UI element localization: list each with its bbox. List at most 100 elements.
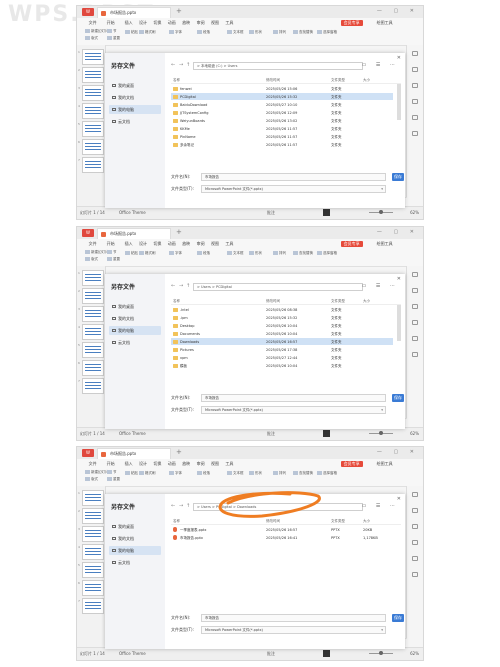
toolbar-button[interactable]: 段落 — [197, 30, 210, 35]
close-icon[interactable]: ✕ — [397, 276, 401, 282]
menu-item[interactable]: 开始 — [107, 461, 115, 467]
zoom-slider-knob[interactable] — [379, 431, 383, 435]
file-row[interactable]: 一季度报表.pptx 2025/05/26 16:57 PPTX 20KB — [171, 526, 393, 533]
column-header-name[interactable]: 名称 — [173, 519, 180, 524]
back-icon[interactable]: ← — [171, 503, 175, 509]
wps-home-button[interactable]: W — [82, 8, 94, 16]
slide-thumbnail[interactable] — [82, 508, 104, 524]
menu-item[interactable]: 切换 — [153, 461, 161, 467]
file-row[interactable]: Pictures 2025/05/26 17:38 文件夹 — [171, 346, 393, 353]
menu-item[interactable]: 动画 — [168, 20, 176, 26]
toolbar-button[interactable]: 排列 — [273, 251, 286, 256]
menu-item[interactable]: 会员专享 — [340, 241, 363, 247]
new-tab-button[interactable]: + — [176, 7, 182, 15]
file-row[interactable]: vpm 2025/05/27 12:44 文件夹 — [171, 354, 393, 361]
toolbar-button[interactable]: 版式 — [85, 257, 98, 262]
slide-thumbnail[interactable] — [82, 49, 104, 65]
column-header-name[interactable]: 名称 — [173, 78, 180, 83]
menu-item[interactable]: 设计 — [139, 461, 147, 467]
side-tool-icon[interactable] — [412, 131, 418, 136]
menu-item[interactable]: 设计 — [139, 20, 147, 26]
close-icon[interactable]: ✕ — [397, 55, 401, 61]
toolbar-button[interactable]: 重置 — [107, 257, 120, 262]
slide-thumbnail[interactable] — [82, 121, 104, 137]
sidebar-nav-item[interactable]: 我的电脑 — [109, 326, 161, 335]
forward-icon[interactable]: → — [179, 503, 183, 509]
sidebar-nav-item[interactable]: 我的桌面 — [109, 302, 161, 311]
view-options-icons[interactable]: ▭ ☰ ⋯ — [362, 283, 399, 289]
toolbar-button[interactable]: 选择窗格 — [317, 471, 337, 476]
forward-icon[interactable]: → — [179, 62, 183, 68]
slide-thumbnail[interactable] — [82, 342, 104, 358]
toolbar-button[interactable]: 形状 — [249, 471, 262, 476]
file-row[interactable]: JJTSystemConfig 2025/05/26 12:09 文件夹 — [171, 109, 393, 116]
slide-thumbnail[interactable] — [82, 139, 104, 155]
annotate-button[interactable]: 批注 — [267, 651, 275, 657]
file-row[interactable]: PCDigital 2025/05/26 15:32 文件夹 — [171, 93, 393, 100]
toolbar-button[interactable]: 节 — [107, 29, 117, 34]
toolbar-button[interactable]: 粘贴 — [125, 251, 138, 256]
toolbar-button[interactable]: 节 — [107, 250, 117, 255]
column-header-date[interactable]: 修改时间 — [266, 299, 280, 304]
zoom-slider[interactable] — [369, 431, 393, 435]
file-name-input[interactable]: 市场报告 — [201, 173, 386, 181]
menu-item[interactable]: 绘图工具 — [377, 461, 393, 467]
file-type-select[interactable]: Microsoft PowerPoint 文件(*.pptx) ▾ — [201, 185, 386, 193]
column-header-date[interactable]: 修改时间 — [266, 519, 280, 524]
file-row[interactable]: Documents 2025/05/26 10:04 文件夹 — [171, 330, 393, 337]
side-tool-icon[interactable] — [412, 304, 418, 309]
sidebar-nav-item[interactable]: 我的文档 — [109, 534, 161, 543]
file-row[interactable]: .Intel 2025/05/26 08:38 文件夹 — [171, 306, 393, 313]
menu-item[interactable]: 插入 — [125, 241, 133, 247]
column-header-size[interactable]: 大小 — [363, 519, 370, 524]
up-icon[interactable]: ↑ — [186, 283, 190, 289]
slide-thumbnail[interactable] — [82, 562, 104, 578]
annotate-button[interactable]: 批注 — [267, 431, 275, 437]
menu-item[interactable]: 设计 — [139, 241, 147, 247]
sidebar-nav-item[interactable]: 我的电脑 — [109, 105, 161, 114]
up-icon[interactable]: ↑ — [186, 62, 190, 68]
column-header-size[interactable]: 大小 — [363, 78, 370, 83]
toolbar-button[interactable]: 格式刷 — [139, 251, 156, 256]
sidebar-nav-item[interactable]: 云文档 — [109, 117, 161, 126]
toolbar-button[interactable]: 选择窗格 — [317, 30, 337, 35]
toolbar-button[interactable]: 新建幻灯片 — [85, 250, 109, 255]
side-tool-icon[interactable] — [412, 540, 418, 545]
file-row[interactable]: BaiduDownload 2025/05/27 10:10 文件夹 — [171, 101, 393, 108]
menu-item[interactable]: 会员专享 — [340, 461, 363, 467]
sidebar-nav-item[interactable]: 我的电脑 — [109, 546, 161, 555]
document-tab[interactable]: 市场报告.pptx — [97, 228, 171, 239]
toolbar-button[interactable]: 形状 — [249, 251, 262, 256]
zoom-slider[interactable] — [369, 210, 393, 214]
menu-item[interactable]: 放映 — [182, 20, 190, 26]
toolbar-button[interactable]: 版式 — [85, 36, 98, 41]
toolbar-button[interactable]: 文本框 — [227, 30, 244, 35]
sidebar-nav-item[interactable]: 云文档 — [109, 558, 161, 567]
menu-item[interactable]: 文件 — [89, 461, 97, 467]
menu-item[interactable]: 放映 — [182, 241, 190, 247]
toolbar-button[interactable]: 文本框 — [227, 471, 244, 476]
wps-home-button[interactable]: W — [82, 229, 94, 237]
toolbar-button[interactable]: 字体 — [169, 471, 182, 476]
play-slideshow-button[interactable] — [323, 209, 330, 216]
zoom-slider[interactable] — [369, 651, 393, 655]
toolbar-button[interactable]: 重置 — [107, 36, 120, 41]
file-row[interactable]: Desktop 2025/05/26 10:04 文件夹 — [171, 322, 393, 329]
view-options-icons[interactable]: ▭ ☰ ⋯ — [362, 62, 399, 68]
menu-item[interactable]: 工具 — [225, 20, 233, 26]
file-row[interactable]: KKMe 2025/05/26 11:57 文件夹 — [171, 125, 393, 132]
path-input[interactable]: > 本地磁盘 (C:) > Users — [193, 62, 363, 70]
play-slideshow-button[interactable] — [323, 430, 330, 437]
side-tool-icon[interactable] — [412, 556, 418, 561]
column-header-type[interactable]: 文件类型 — [331, 299, 345, 304]
save-button[interactable]: 保存 — [392, 614, 404, 622]
menu-item[interactable]: 放映 — [182, 461, 190, 467]
menu-item[interactable]: 工具 — [225, 461, 233, 467]
up-icon[interactable]: ↑ — [186, 503, 190, 509]
forward-icon[interactable]: → — [179, 283, 183, 289]
slide-thumbnail[interactable] — [82, 270, 104, 286]
side-tool-icon[interactable] — [412, 67, 418, 72]
zoom-slider-knob[interactable] — [379, 651, 383, 655]
menu-item[interactable]: 审阅 — [197, 461, 205, 467]
toolbar-button[interactable]: 版式 — [85, 477, 98, 482]
